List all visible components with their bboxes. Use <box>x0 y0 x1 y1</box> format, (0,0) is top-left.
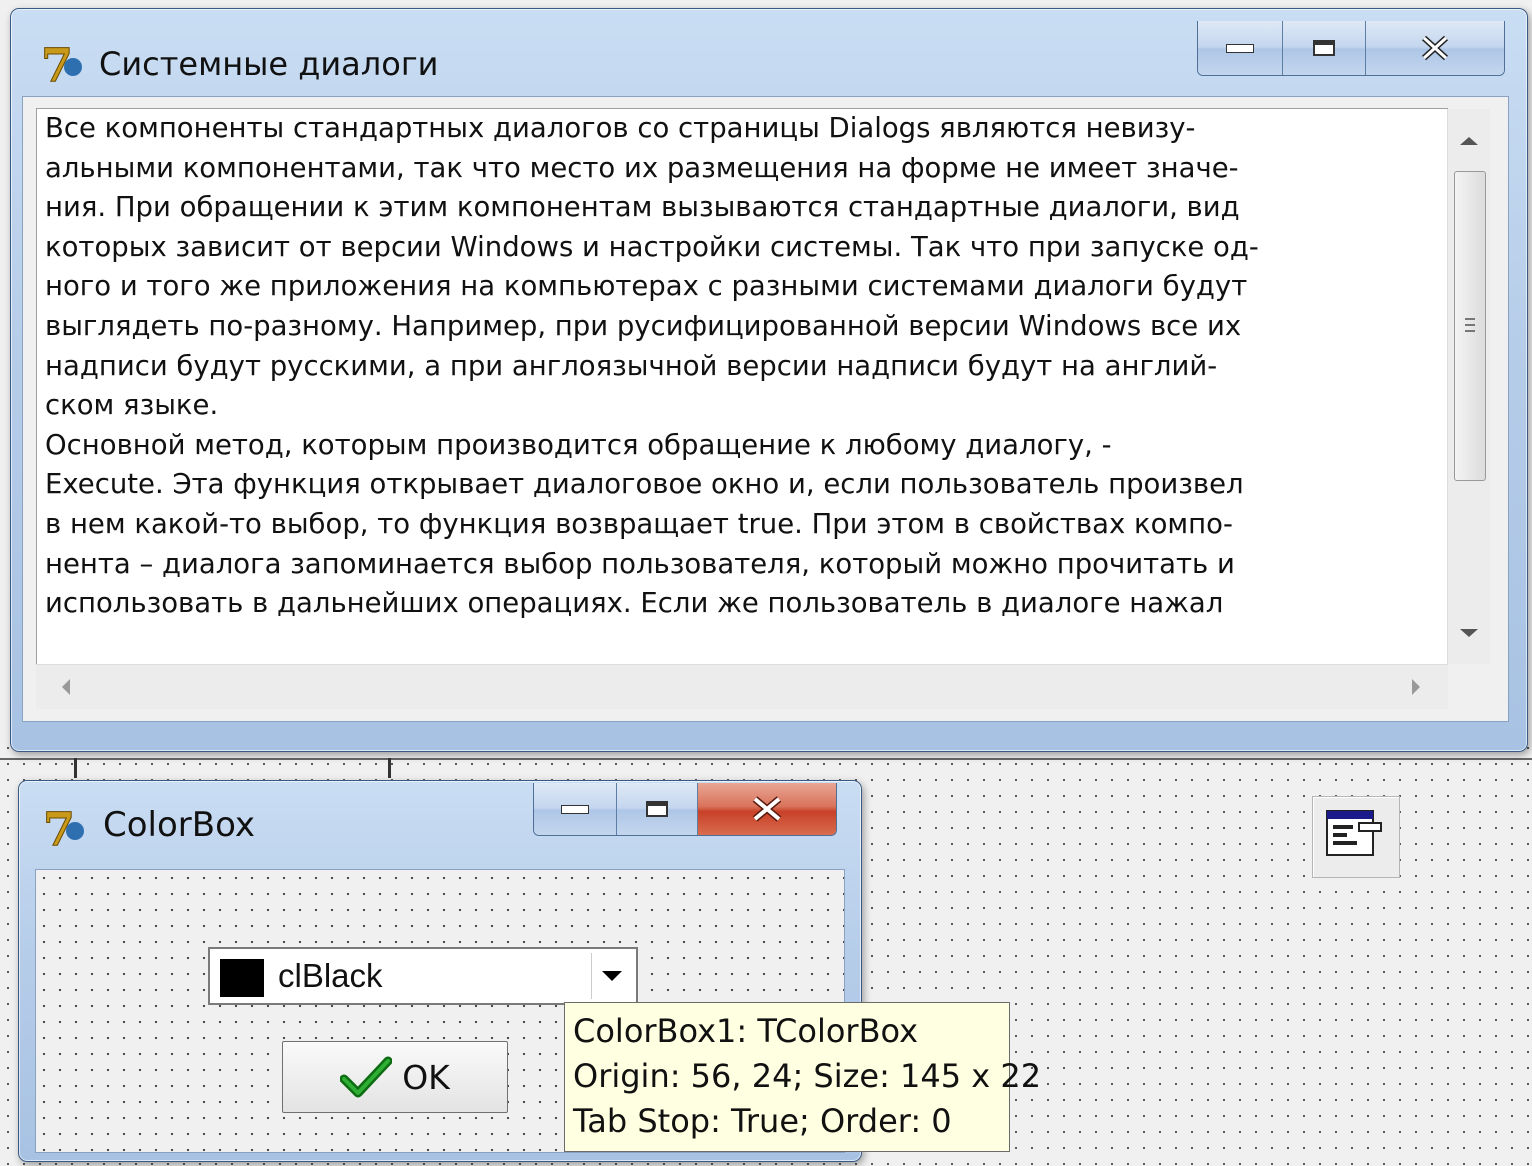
tooltip-line: ColorBox1: TColorBox <box>573 1012 919 1050</box>
close-button[interactable] <box>698 783 836 835</box>
tooltip-line: Origin: 56, 24; Size: 145 x 22 <box>573 1057 1042 1095</box>
delphi-7-icon: 7 <box>41 38 82 91</box>
ok-button[interactable]: OK <box>282 1041 508 1113</box>
minimize-icon <box>1226 43 1254 53</box>
color-swatch <box>220 959 264 997</box>
dialog-component-icon <box>1326 810 1382 856</box>
maximize-icon <box>1313 40 1335 56</box>
memo-line: альными компонентами, так что место их р… <box>45 151 1239 184</box>
grip-line <box>1465 318 1475 320</box>
close-icon <box>1421 35 1449 61</box>
tooltip-line: Tab Stop: True; Order: 0 <box>573 1102 952 1140</box>
scroll-left-icon[interactable] <box>62 679 70 695</box>
minimize-button[interactable] <box>534 783 617 835</box>
grip-line <box>1465 324 1475 326</box>
maximize-icon <box>646 801 668 817</box>
memo-window-title: Системные диалоги <box>99 45 439 83</box>
colorbox-window-titlebar[interactable]: 7 ColorBox <box>19 781 861 867</box>
delphi-7-icon: 7 <box>43 802 84 855</box>
grip-line <box>1465 330 1475 332</box>
ok-button-label: OK <box>402 1057 450 1097</box>
dialog-component[interactable] <box>1312 796 1400 878</box>
memo-line: выглядеть по-разному. Например, при руси… <box>45 309 1242 342</box>
designer-tick <box>74 758 77 778</box>
memo-line: использовать в дальнейших операциях. Есл… <box>45 587 1224 620</box>
memo-line: Все компоненты стандартных диалогов со с… <box>45 112 1196 144</box>
colorbox-window-caption-buttons <box>533 783 837 836</box>
chevron-down-icon <box>602 971 622 981</box>
colorbox-window-title: ColorBox <box>103 805 255 845</box>
close-icon <box>752 796 782 822</box>
memo-line: надписи будут русскими, а при англоязычн… <box>45 349 1218 382</box>
designer-divider <box>0 758 1532 760</box>
memo-horizontal-scrollbar[interactable] <box>36 664 1448 709</box>
memo-vertical-scrollbar[interactable] <box>1447 109 1490 664</box>
check-icon <box>340 1056 393 1098</box>
memo-line: Основной метод, которым производится обр… <box>45 428 1112 461</box>
memo-line: нента – диалога запоминается выбор польз… <box>45 547 1235 580</box>
memo-line: ного и того же приложения на компьютерах… <box>45 270 1248 303</box>
memo-line: в нем какой-то выбор, то функция возвращ… <box>45 507 1233 540</box>
maximize-button[interactable] <box>1283 21 1366 75</box>
designer-tick <box>388 758 391 778</box>
close-button[interactable] <box>1366 21 1504 75</box>
memo-line: ском языке. <box>45 389 219 422</box>
dropdown-button[interactable] <box>591 953 632 999</box>
memo-line: ния. При обращении к этим компонентам вы… <box>45 191 1240 224</box>
memo-textbox[interactable]: Все компоненты стандартных диалогов со с… <box>36 108 1448 665</box>
memo-window-caption-buttons <box>1197 21 1505 76</box>
maximize-button[interactable] <box>617 783 698 835</box>
scroll-down-icon[interactable] <box>1460 629 1478 637</box>
minimize-button[interactable] <box>1198 21 1283 75</box>
combo-value: clBlack <box>278 957 383 994</box>
memo-window-titlebar[interactable]: 7 Системные диалоги <box>11 9 1527 99</box>
vertical-scroll-thumb[interactable] <box>1454 171 1486 481</box>
memo-line: Execute. Эта функция открывает диалогово… <box>45 468 1244 501</box>
component-hint-tooltip: ColorBox1: TColorBox Origin: 56, 24; Siz… <box>564 1002 1042 1152</box>
color-combobox[interactable]: clBlack <box>208 947 638 1005</box>
scroll-up-icon[interactable] <box>1460 137 1478 145</box>
minimize-icon <box>561 804 589 814</box>
memo-line: которых зависит от версии Windows и наст… <box>45 230 1259 263</box>
scroll-right-icon[interactable] <box>1412 679 1420 695</box>
